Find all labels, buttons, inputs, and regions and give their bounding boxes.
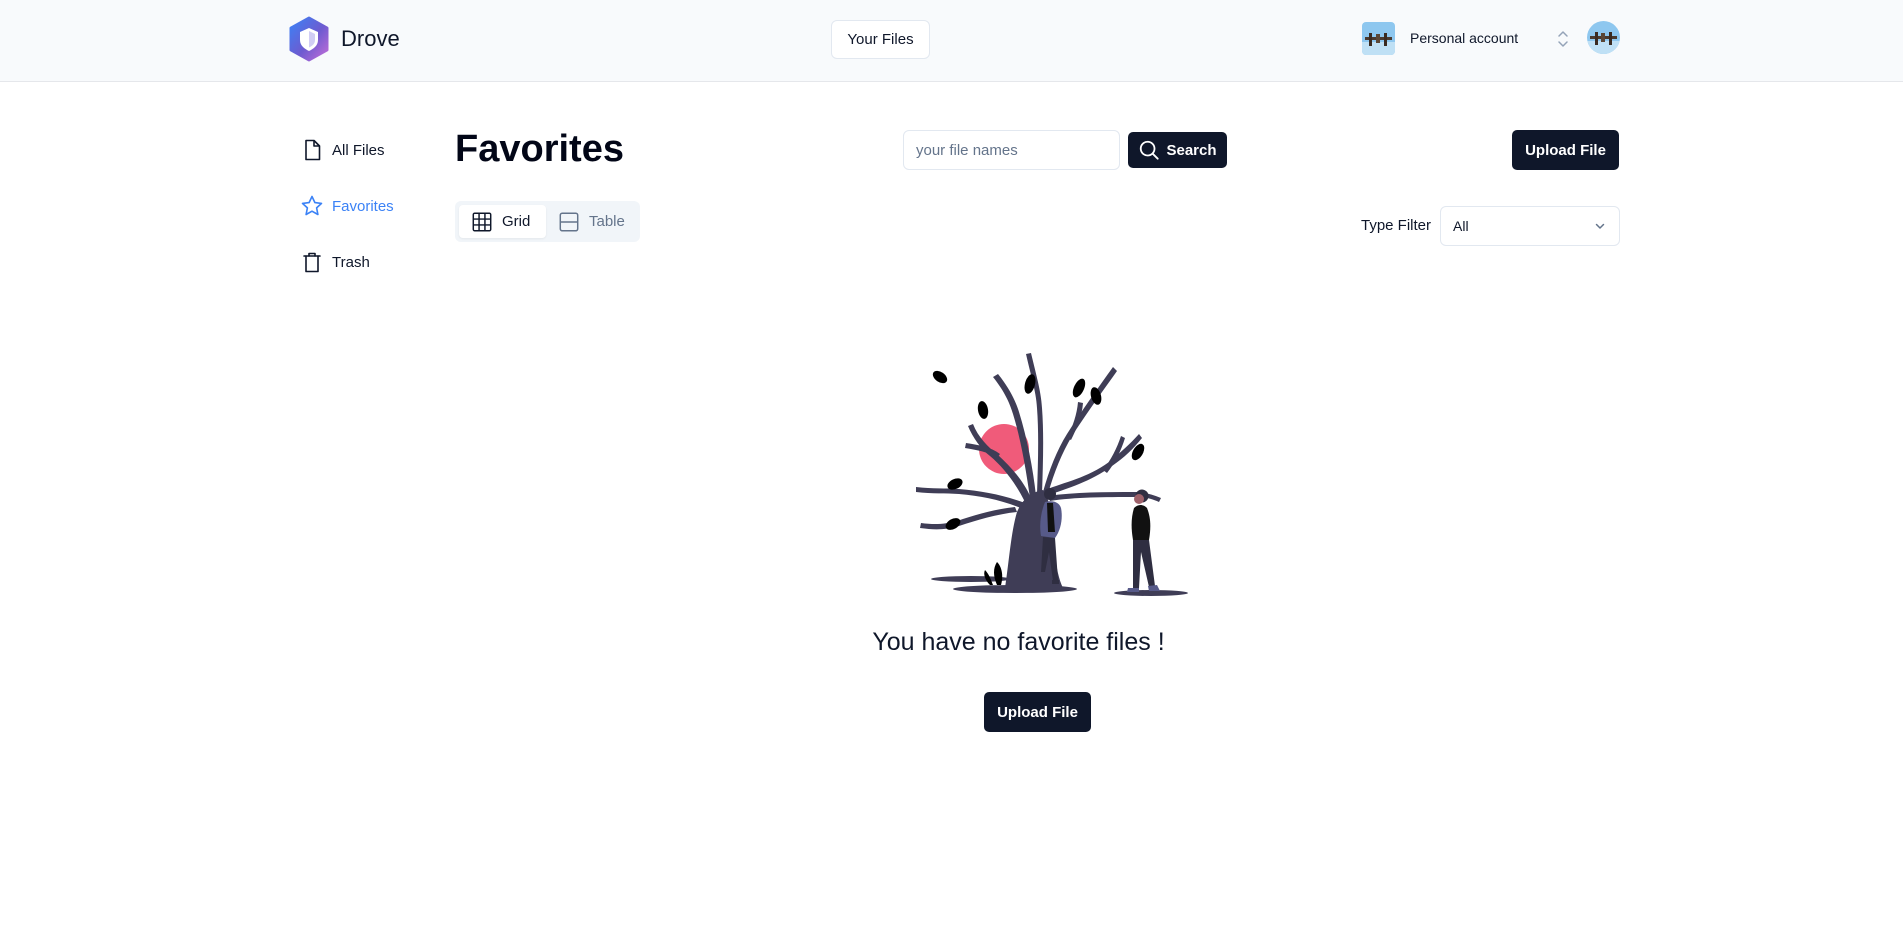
brand-name: Drove	[341, 26, 400, 51]
chevron-down-icon	[1595, 223, 1605, 229]
empty-state-message: You have no favorite files !	[872, 628, 1165, 656]
empty-state-upload-button[interactable]: Upload File	[984, 692, 1091, 732]
grid-icon	[472, 212, 492, 231]
type-filter-value: All	[1453, 218, 1469, 234]
sidebar-item-label: Trash	[332, 253, 370, 271]
your-files-button[interactable]: Your Files	[831, 20, 930, 59]
trash-icon	[303, 252, 321, 273]
view-toggle-grid[interactable]: Grid	[459, 205, 546, 238]
star-icon	[301, 195, 323, 216]
top-header: Drove Your Files Personal account	[0, 0, 1903, 82]
page-title: Favorites	[455, 128, 624, 170]
file-icon	[305, 139, 321, 161]
user-avatar[interactable]	[1587, 21, 1620, 54]
sidebar-item-favorites[interactable]: Favorites	[300, 192, 394, 220]
view-toggle: Grid Table	[455, 201, 640, 242]
search-button-label: Search	[1166, 141, 1217, 159]
empty-favorites-illustration	[916, 353, 1188, 596]
search-icon	[1140, 140, 1160, 160]
sidebar-item-all-files[interactable]: All Files	[300, 136, 385, 164]
view-toggle-table[interactable]: Table	[546, 205, 635, 238]
chevrons-up-down-icon[interactable]	[1556, 28, 1570, 50]
account-switcher[interactable]: Personal account	[1362, 21, 1582, 55]
empty-state-message-row: You have no favorite files !	[0, 628, 1903, 657]
sidebar-item-label: All Files	[332, 141, 385, 159]
view-toggle-grid-label: Grid	[502, 213, 531, 230]
upload-file-button[interactable]: Upload File	[1512, 130, 1619, 170]
type-filter-label: Type Filter	[1361, 217, 1432, 234]
drove-logo-icon[interactable]	[286, 16, 332, 62]
search-button[interactable]: Search	[1128, 132, 1227, 168]
search-input[interactable]	[903, 130, 1120, 170]
sidebar-item-trash[interactable]: Trash	[300, 248, 370, 276]
account-avatar	[1362, 21, 1395, 55]
sidebar-item-label: Favorites	[332, 197, 394, 215]
table-icon	[559, 212, 579, 231]
type-filter-select[interactable]: All	[1440, 206, 1620, 246]
view-toggle-table-label: Table	[589, 213, 625, 230]
account-label: Personal account	[1410, 30, 1519, 46]
